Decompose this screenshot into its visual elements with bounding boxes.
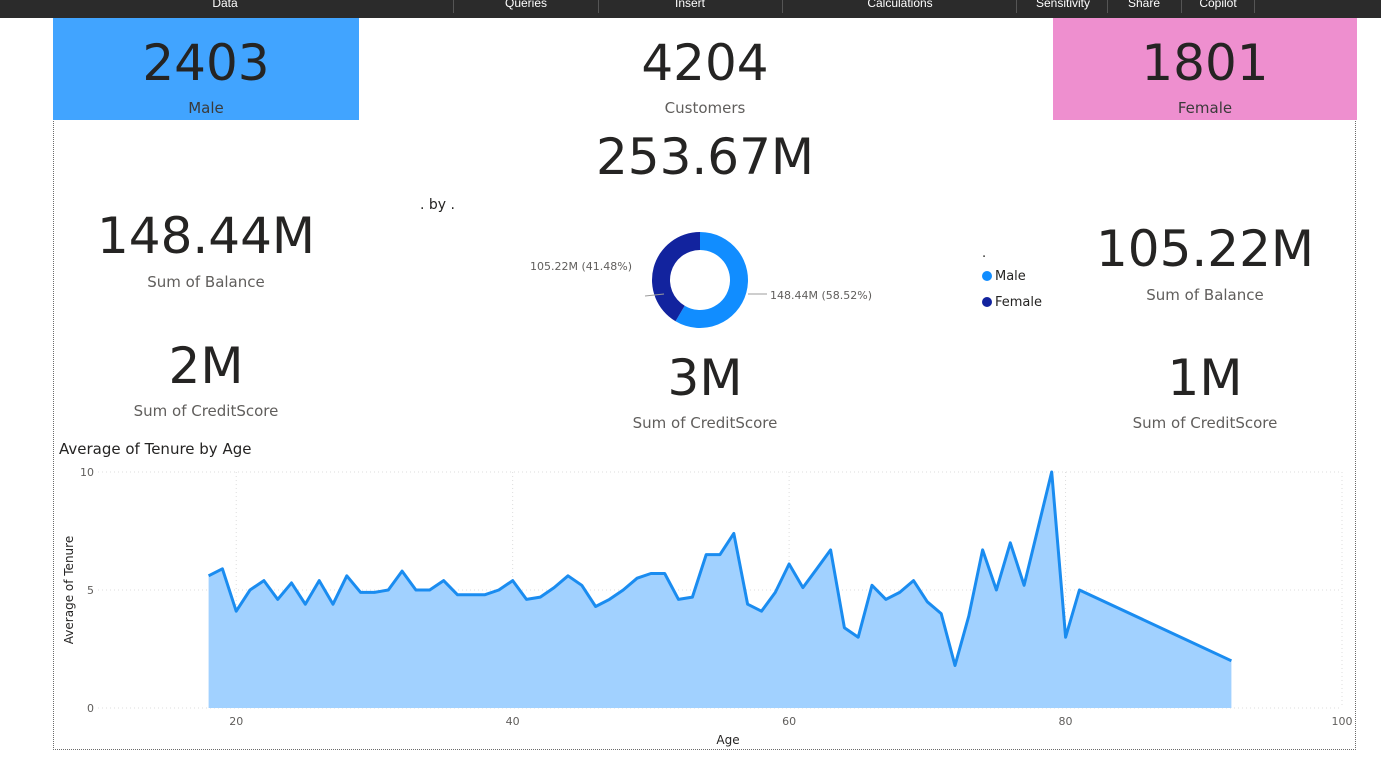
female-legend-dot [982,296,992,307]
donut-label-female: 105.22M (41.48%) [530,260,632,273]
female-credit-value: 1M [1167,349,1243,407]
y-axis-label: Average of Tenure [62,536,76,644]
male-legend-dot [982,270,992,281]
x-tick-label: 60 [782,715,796,728]
legend-title: . [982,246,987,261]
total-balance-value: 253.67M [595,128,815,186]
customers-card[interactable]: 4204 Customers [555,18,855,120]
tab-share[interactable]: Share [1118,0,1170,18]
x-tick-label: 40 [506,715,520,728]
total-credit-card[interactable]: 3M Sum of CreditScore [555,347,855,437]
legend-label-female: Female [995,295,1043,310]
tab-sensitivity[interactable]: Sensitivity [1023,0,1103,18]
male-count-card[interactable]: 2403 Male [53,18,359,120]
male-credit-label: Sum of CreditScore [133,402,279,420]
female-balance-label: Sum of Balance [1146,286,1264,304]
tab-queries[interactable]: Queries [495,0,557,18]
tab-calculations[interactable]: Calculations [850,0,950,18]
female-balance-card[interactable]: 105.22M Sum of Balance [1055,218,1355,308]
total-balance-card[interactable]: 253.67M [555,128,855,192]
ribbon-divider [1107,0,1108,13]
ribbon-divider [598,0,599,13]
donut-title: . by . [420,197,455,213]
donut-slice-female[interactable] [652,232,700,322]
male-balance-card[interactable]: 148.44M Sum of Balance [56,204,356,294]
ribbon-divider [782,0,783,13]
area-chart-title: Average of Tenure by Age [59,440,251,458]
donut-chart[interactable]: 105.22M (41.48%) 148.44M (58.52%) [500,220,900,360]
female-count-card[interactable]: 1801 Female [1053,18,1357,120]
tab-data[interactable]: Data [200,0,250,18]
tab-insert[interactable]: Insert [660,0,720,18]
ribbon-divider [1181,0,1182,13]
y-tick-label: 0 [87,702,94,715]
female-count-value: 1801 [1141,34,1269,92]
x-tick-label: 20 [229,715,243,728]
male-credit-value: 2M [168,337,244,395]
tenure-by-age-chart[interactable]: Average of Tenure by Age 0 5 10 20 40 60 80 100… [55,438,1355,748]
female-balance-value: 105.22M [1095,220,1315,278]
tab-copilot[interactable]: Copilot [1188,0,1248,18]
donut-label-male: 148.44M (58.52%) [770,289,872,302]
y-tick-label: 5 [87,584,94,597]
x-tick-label: 100 [1332,715,1353,728]
ribbon-divider [1016,0,1017,13]
ribbon-divider [453,0,454,13]
female-credit-card[interactable]: 1M Sum of CreditScore [1055,347,1355,437]
x-axis-label: Age [716,733,739,747]
legend-item-male[interactable]: Male [982,269,1026,284]
female-count-label: Female [1177,99,1233,117]
male-count-value: 2403 [142,34,270,92]
male-balance-value: 148.44M [96,207,316,265]
ribbon-bar: Data Queries Insert Calculations Sensiti… [0,0,1381,18]
legend-label-male: Male [995,269,1026,284]
customers-value: 4204 [641,34,769,92]
ribbon-divider [1254,0,1255,13]
male-count-label: Male [188,99,224,117]
total-credit-label: Sum of CreditScore [632,414,778,432]
x-tick-label: 80 [1059,715,1073,728]
customers-label: Customers [664,99,746,117]
male-credit-card[interactable]: 2M Sum of CreditScore [56,334,356,424]
legend-item-female[interactable]: Female [982,295,1042,310]
female-credit-label: Sum of CreditScore [1132,414,1278,432]
y-tick-label: 10 [80,466,94,479]
male-balance-label: Sum of Balance [147,273,265,291]
